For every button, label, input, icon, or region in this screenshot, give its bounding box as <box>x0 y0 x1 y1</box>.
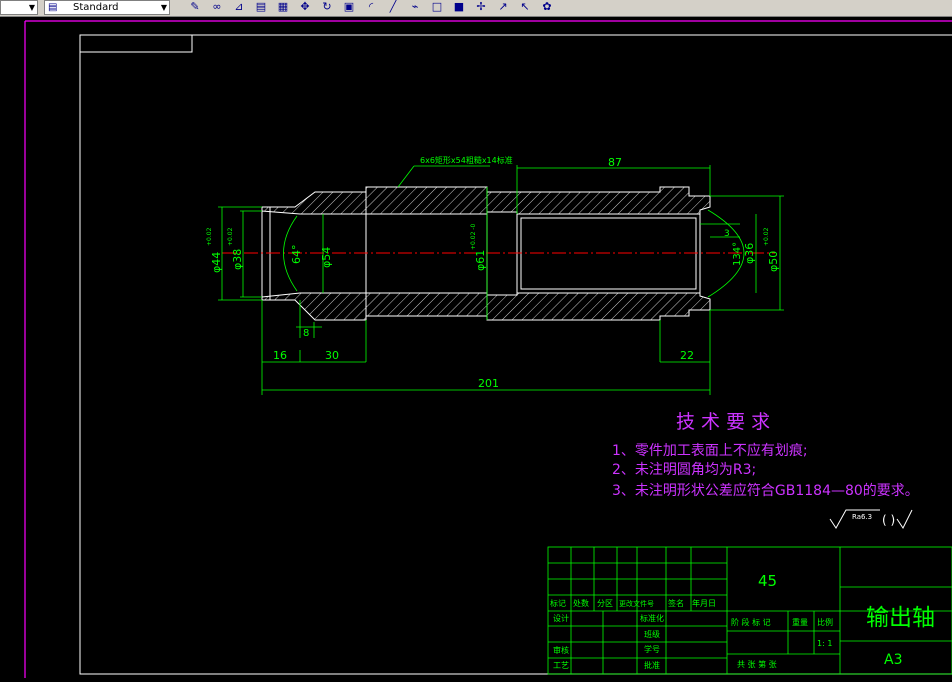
drawing-number-box <box>79 34 193 53</box>
dim-angle-64: 64° <box>290 245 303 265</box>
paint-icon[interactable]: ✿ <box>540 0 554 13</box>
part-name: 输出轴 <box>866 605 935 631</box>
text-style-icon: ▤ <box>48 2 58 13</box>
dim-dia61: φ61 <box>474 250 487 271</box>
line-icon[interactable]: ╱ <box>386 0 400 13</box>
label-text: 标记 <box>550 598 566 608</box>
dim-87: 87 <box>608 156 622 169</box>
label-text: 审核 <box>553 645 569 655</box>
dim-22: 22 <box>680 349 694 362</box>
break-icon[interactable]: ✢ <box>474 0 488 13</box>
polyline-icon[interactable]: ⌁ <box>408 0 422 13</box>
label-text: 更改文件号 <box>619 599 654 608</box>
grid-icon[interactable]: ▦ <box>276 0 290 13</box>
label-text: 标准化 <box>640 613 664 623</box>
dim-angle-134: 134° <box>732 242 743 266</box>
dim-201: 201 <box>478 377 499 390</box>
roughness-paren: ( ) <box>882 513 895 527</box>
dim-dia44: φ44 <box>210 252 223 273</box>
label-text: 处数 <box>573 598 589 608</box>
label-text: 比例 <box>817 617 833 627</box>
drawing-border <box>79 34 952 675</box>
label-text: 班级 <box>644 629 660 639</box>
dimension-icon[interactable]: ⊿ <box>232 0 246 13</box>
requirement-2: 2、未注明圆角均为R3; <box>612 462 756 478</box>
table-icon[interactable]: ▣ <box>342 0 356 13</box>
dim-dia54: φ54 <box>320 247 333 268</box>
link-icon[interactable]: ∞ <box>210 0 224 13</box>
pan-icon[interactable]: ✥ <box>298 0 312 13</box>
drawing-svg: 87 16 30 8 22 201 3 6x6矩形x54粗糙x14标准 φ44 … <box>24 20 952 678</box>
toolbar: ▼ ▤ Standard ▼ ✎ ∞ ⊿ ▤ ▦ ✥ ↻ ▣ ◜ ╱ ⌁ □ ■ ✢ ↗ ↖ ✿ <box>0 0 952 17</box>
dim-dia38-tol: +0.02 <box>227 227 234 246</box>
label-text: 分区 <box>597 599 613 608</box>
text-style-icon[interactable]: ▤ <box>254 0 268 13</box>
dim-8: 8 <box>303 328 309 339</box>
sheet-size: A3 <box>884 652 902 668</box>
leader-icon[interactable]: ↗ <box>496 0 510 13</box>
requirements-title: 技 术 要 求 <box>676 411 770 433</box>
label-text: 学号 <box>644 644 660 654</box>
label-text: 年月日 <box>692 598 716 608</box>
technical-requirements: 技 术 要 求 1、零件加工表面上不应有划痕; 2、未注明圆角均为R3; 3、未… <box>612 411 919 499</box>
dim-dia61-tol: +0.02 -0 <box>470 224 477 250</box>
dim-dia44-tol: +0.02 <box>206 227 213 246</box>
chevron-down-icon: ▼ <box>28 3 35 12</box>
dim-dia36: φ36 <box>743 243 756 264</box>
thread-callout: 6x6矩形x54粗糙x14标准 <box>420 155 513 165</box>
dim-16: 16 <box>273 349 287 362</box>
label-text: 工艺 <box>553 661 569 670</box>
requirement-3: 3、未注明形状公差应符合GB1184—80的要求。 <box>612 482 919 499</box>
label-text: 共 张 第 张 <box>737 659 777 669</box>
rectangle-icon[interactable]: □ <box>430 0 444 13</box>
label-text: 阶 段 标 记 <box>731 617 771 627</box>
requirement-1: 1、零件加工表面上不应有划痕; <box>612 442 808 459</box>
layer-dropdown[interactable]: ▼ <box>0 0 38 15</box>
region-icon[interactable]: ■ <box>452 0 466 13</box>
dim-dia38: φ38 <box>231 249 244 270</box>
orbit-icon[interactable]: ↻ <box>320 0 334 13</box>
chevron-down-icon: ▼ <box>160 3 167 12</box>
material: 45 <box>758 572 777 590</box>
dim-dia50: φ50 <box>767 251 780 272</box>
title-block-labels: 标记 处数 分区 更改文件号 签名 年月日 设计 标准化 班级 审核 学号 工艺… <box>550 598 833 670</box>
label-text: 1: 1 <box>817 639 832 648</box>
dim-30: 30 <box>325 349 339 362</box>
drawing-canvas[interactable]: 87 16 30 8 22 201 3 6x6矩形x54粗糙x14标准 φ44 … <box>0 17 952 678</box>
text-style-value: Standard <box>73 2 119 13</box>
roughness-value: Ra6.3 <box>852 513 872 521</box>
label-text: 签名 <box>668 598 684 608</box>
dim-dia50-tol: +0.02 <box>763 227 770 246</box>
shaft-bottom-wall <box>261 292 711 321</box>
label-text: 设计 <box>553 613 569 623</box>
arc-icon[interactable]: ◜ <box>364 0 378 13</box>
pencil-icon[interactable]: ✎ <box>188 0 202 13</box>
label-text: 批准 <box>644 660 660 670</box>
viewport-frame <box>24 20 952 678</box>
dimension-texts: 87 16 30 8 22 201 3 6x6矩形x54粗糙x14标准 φ44 … <box>206 155 780 390</box>
shaft-top-wall <box>261 186 711 215</box>
text-style-dropdown[interactable]: ▤ Standard ▼ <box>44 0 170 15</box>
label-text: 重量 <box>792 617 808 627</box>
leader2-icon[interactable]: ↖ <box>518 0 532 13</box>
dim-3: 3 <box>724 229 730 239</box>
